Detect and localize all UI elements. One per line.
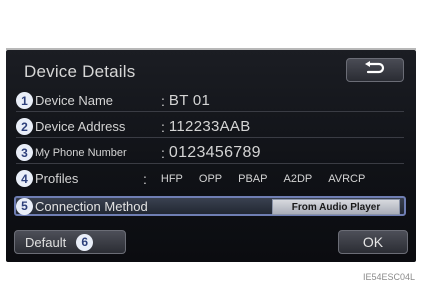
profiles-row: 4 Profiles : HFP OPP PBAP A2DP AVRCP (16, 168, 404, 189)
profile-item: OPP (198, 172, 223, 185)
profile-item: HFP (160, 172, 183, 185)
page: Device Details 1 Device Name : BT 01 2 D… (0, 0, 421, 293)
profile-item: A2DP (283, 172, 313, 185)
callout-number: 4 (16, 170, 33, 187)
device-name-row: 1 Device Name : BT 01 (16, 90, 404, 112)
connection-method-label: Connection Method (35, 198, 148, 214)
default-button-label: Default (25, 234, 67, 250)
phone-number-label: My Phone Number (35, 146, 127, 159)
callout-number: 2 (16, 118, 33, 135)
device-address-value: 112233AAB (168, 118, 251, 135)
callout-number: 5 (16, 197, 33, 215)
callout-number: 1 (16, 92, 33, 109)
return-arrow-icon (364, 60, 386, 80)
separator: : (161, 118, 165, 135)
profile-item: AVRCP (328, 172, 366, 185)
connection-method-value: From Audio Player (272, 199, 400, 215)
device-name-label: Device Name (35, 93, 114, 108)
page-title: Device Details (24, 62, 136, 81)
profiles-list: HFP OPP PBAP A2DP AVRCP (161, 173, 365, 185)
callout-number: 3 (16, 144, 33, 161)
device-details-screen: Device Details 1 Device Name : BT 01 2 D… (6, 50, 416, 262)
device-address-label: Device Address (35, 119, 126, 134)
device-address-row: 2 Device Address : 112233AAB (16, 116, 404, 138)
callout-number: 6 (76, 233, 94, 251)
separator: : (143, 170, 147, 187)
profile-item: PBAP (238, 172, 268, 185)
connection-method-button[interactable]: 5 Connection Method From Audio Player (14, 196, 406, 216)
separator: : (161, 92, 165, 109)
device-name-value: BT 01 (168, 92, 211, 109)
back-button[interactable] (346, 58, 404, 82)
ok-button[interactable]: OK (338, 230, 408, 254)
profiles-label: Profiles (35, 171, 79, 186)
figure-code: IE54ESC04L (362, 272, 415, 282)
phone-number-row: 3 My Phone Number : 0123456789 (16, 142, 404, 164)
separator: : (161, 144, 165, 161)
default-button[interactable]: Default 6 (14, 230, 126, 254)
phone-number-value: 0123456789 (168, 143, 261, 161)
